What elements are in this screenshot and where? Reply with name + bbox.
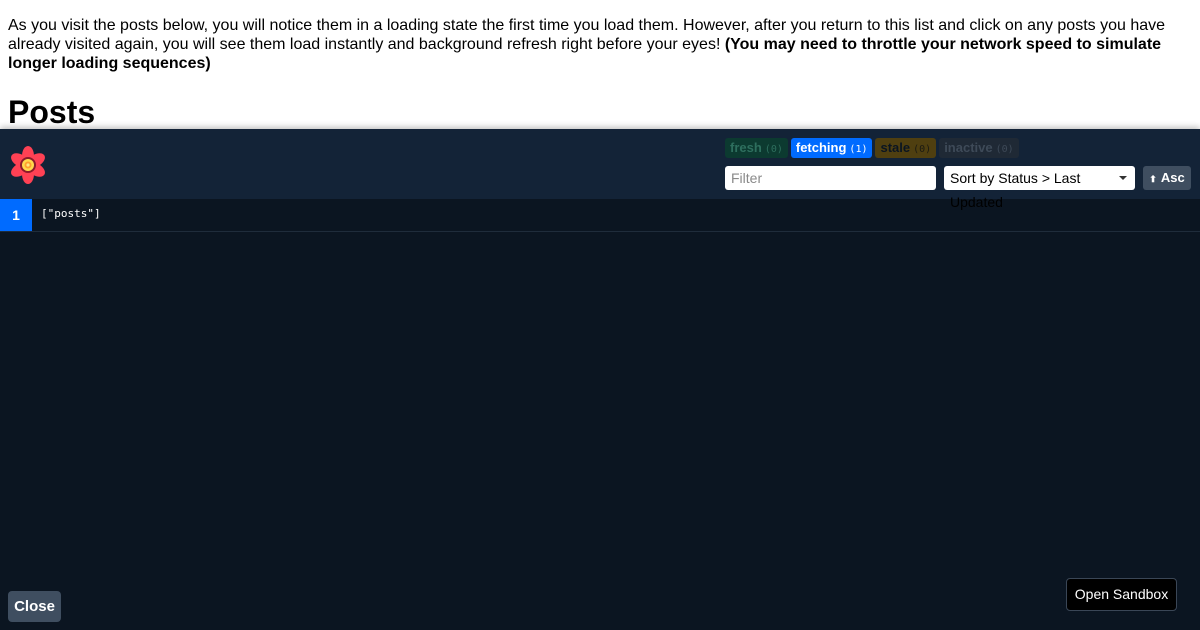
open-sandbox-button[interactable]: Open Sandbox [1066, 578, 1177, 611]
stale-label: stale [880, 140, 911, 155]
close-button[interactable]: Close [8, 591, 61, 622]
fresh-badge: fresh (0) [725, 138, 788, 158]
devtools-panel: fresh (0) fetching (1) stale (0) inactive (0… [0, 129, 1200, 630]
status-badges: fresh (0) fetching (1) stale (0) inactive (0… [725, 138, 1019, 158]
intro-paragraph: As you visit the posts below, you will n… [8, 16, 1188, 73]
fetching-label: fetching [795, 140, 847, 155]
query-row[interactable]: 1 ["posts"] [0, 199, 1200, 232]
react-query-flower-icon[interactable] [8, 145, 48, 185]
arrow-up-icon: ⬆ [1149, 174, 1157, 184]
inactive-badge: inactive (0) [939, 138, 1019, 158]
sort-direction-button[interactable]: ⬆ Asc [1143, 166, 1191, 190]
fetching-badge: fetching (1) [790, 138, 873, 158]
inactive-label: inactive [944, 140, 993, 155]
devtools-header: fresh (0) fetching (1) stale (0) inactive (0… [0, 129, 1200, 210]
fetching-count: (1) [849, 144, 868, 155]
inactive-count: (0) [995, 144, 1014, 155]
page: As you visit the posts below, you will n… [0, 0, 1200, 630]
query-key: ["posts"] [41, 207, 101, 220]
stale-badge: stale (0) [875, 138, 937, 158]
fresh-count: (0) [764, 144, 783, 155]
filter-input[interactable] [725, 166, 936, 190]
query-observer-count: 1 [0, 199, 32, 231]
sort-direction-label: Asc [1160, 170, 1185, 185]
stale-count: (0) [913, 144, 932, 155]
sort-select[interactable]: Sort by Status > Last Updated [944, 166, 1135, 210]
page-title: Posts [8, 94, 96, 130]
fresh-label: fresh [730, 140, 762, 155]
chevron-down-icon [1119, 176, 1127, 180]
